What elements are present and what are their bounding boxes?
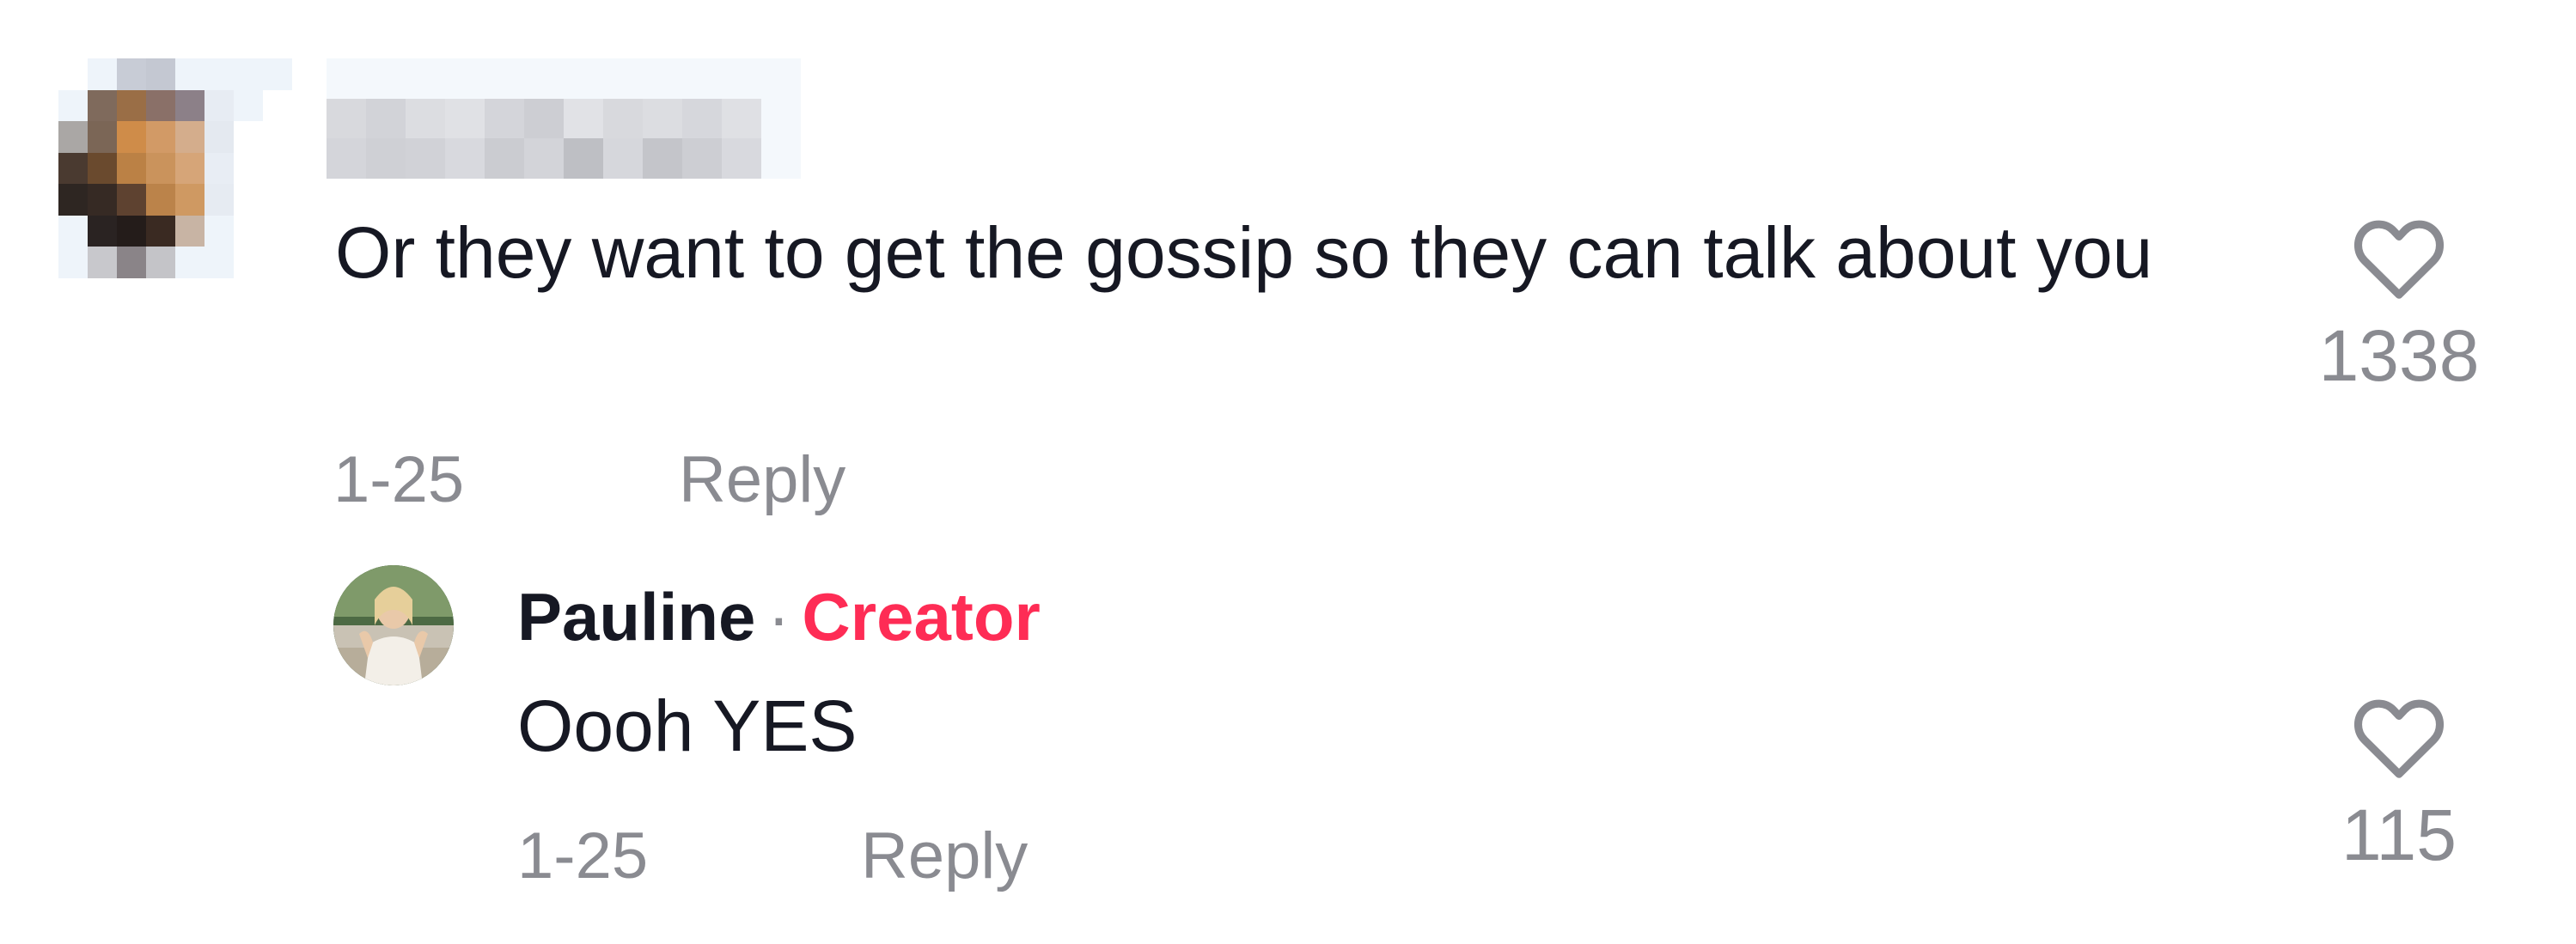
commenter-username-pixelated[interactable] xyxy=(327,58,801,179)
creator-username[interactable]: Pauline xyxy=(517,579,755,655)
name-separator: · xyxy=(767,579,791,655)
comment-reply-button[interactable]: Reply xyxy=(679,442,845,519)
heart-outline-icon xyxy=(2353,699,2445,778)
comment-text: Or they want to get the gossip so they c… xyxy=(335,212,2153,293)
creator-reply-like-button[interactable]: 115 xyxy=(2287,694,2511,876)
creator-reply-date: 1-25 xyxy=(517,819,649,892)
heart-outline-icon xyxy=(2353,220,2445,299)
comment-like-button[interactable]: 1338 xyxy=(2287,215,2511,397)
creator-photo-icon xyxy=(333,565,454,685)
creator-name-row: Pauline · Creator xyxy=(517,576,1041,658)
creator-avatar[interactable] xyxy=(333,565,454,685)
creator-reply-like-count: 115 xyxy=(2341,795,2457,875)
creator-reply-button[interactable]: Reply xyxy=(861,818,1028,895)
comment-date: 1-25 xyxy=(333,443,465,516)
creator-reply-text: Oooh YES xyxy=(517,685,858,766)
commenter-avatar-pixelated[interactable] xyxy=(58,58,292,309)
creator-badge: Creator xyxy=(802,579,1041,655)
comment-like-count: 1338 xyxy=(2318,315,2480,396)
